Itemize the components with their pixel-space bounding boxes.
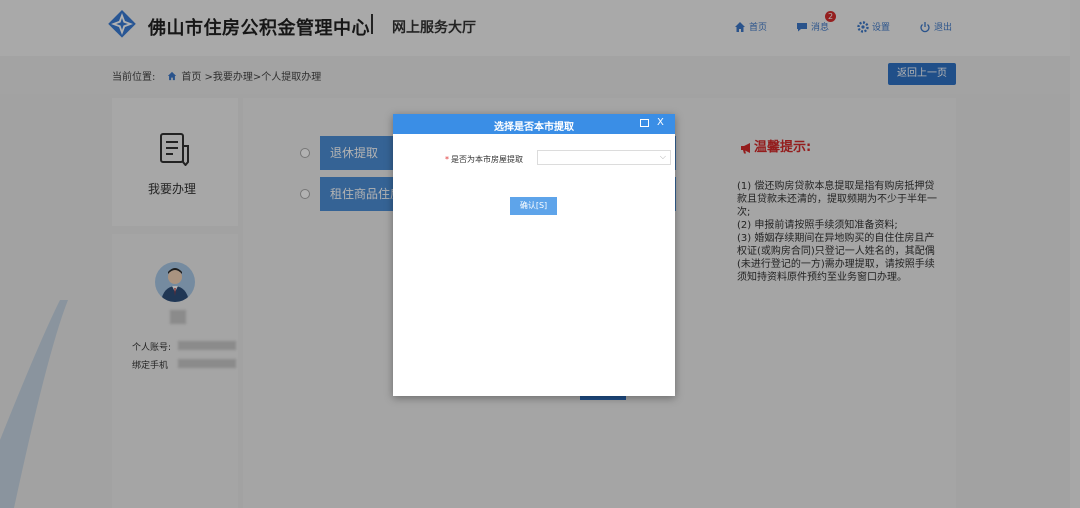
- chevron-down-icon: ⌵: [659, 152, 666, 161]
- dialog-title: 选择是否本市提取: [494, 122, 574, 133]
- confirm-button[interactable]: 确认[S]: [510, 197, 557, 215]
- select-location-dialog: 选择是否本市提取 X * 是否为本市房屋提取 ⌵ 确认[S]: [393, 114, 675, 396]
- maximize-icon[interactable]: [640, 119, 649, 127]
- local-withdrawal-select[interactable]: ⌵: [537, 150, 671, 165]
- field-label-text: 是否为本市房屋提取: [451, 155, 523, 164]
- page: 佛山市住房公积金管理中心 网上服务大厅 首页 消息 2 设置 退出 当前位置: …: [0, 0, 1080, 508]
- close-icon[interactable]: X: [657, 117, 664, 128]
- required-mark: *: [445, 155, 449, 164]
- field-label: * 是否为本市房屋提取: [445, 154, 523, 165]
